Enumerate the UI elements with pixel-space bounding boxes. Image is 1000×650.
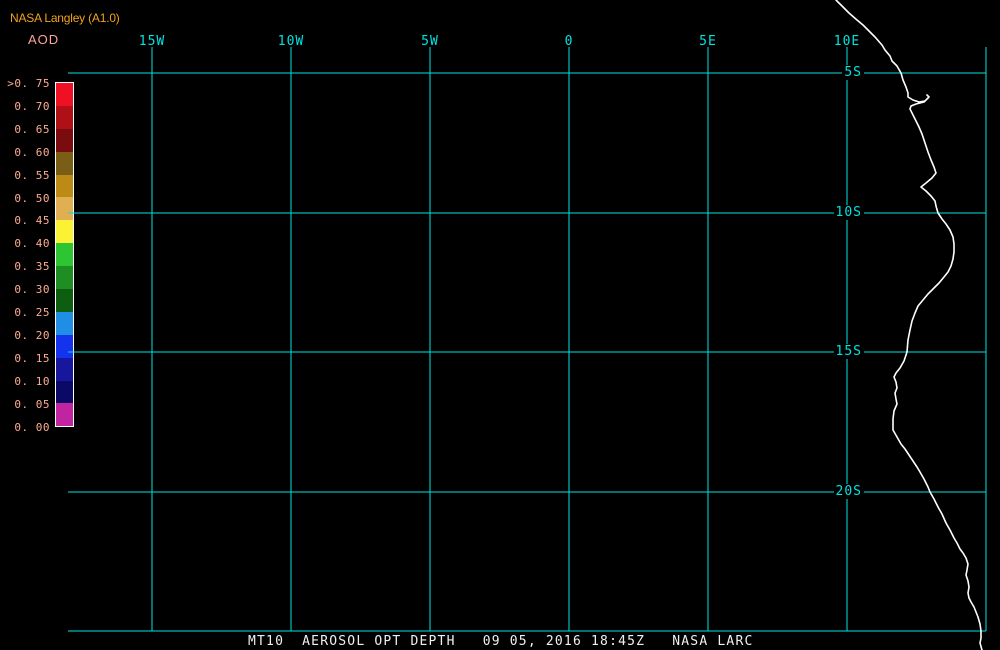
coastline-path [835,0,983,650]
map-canvas [68,0,987,650]
aod-map-screen: NASA Langley (A1.0) AOD >0. 75 0. 70 0. 65… [0,0,1000,650]
footer-caption: MT10 AEROSOL OPT DEPTH 09 05, 2016 18:45… [248,634,754,649]
